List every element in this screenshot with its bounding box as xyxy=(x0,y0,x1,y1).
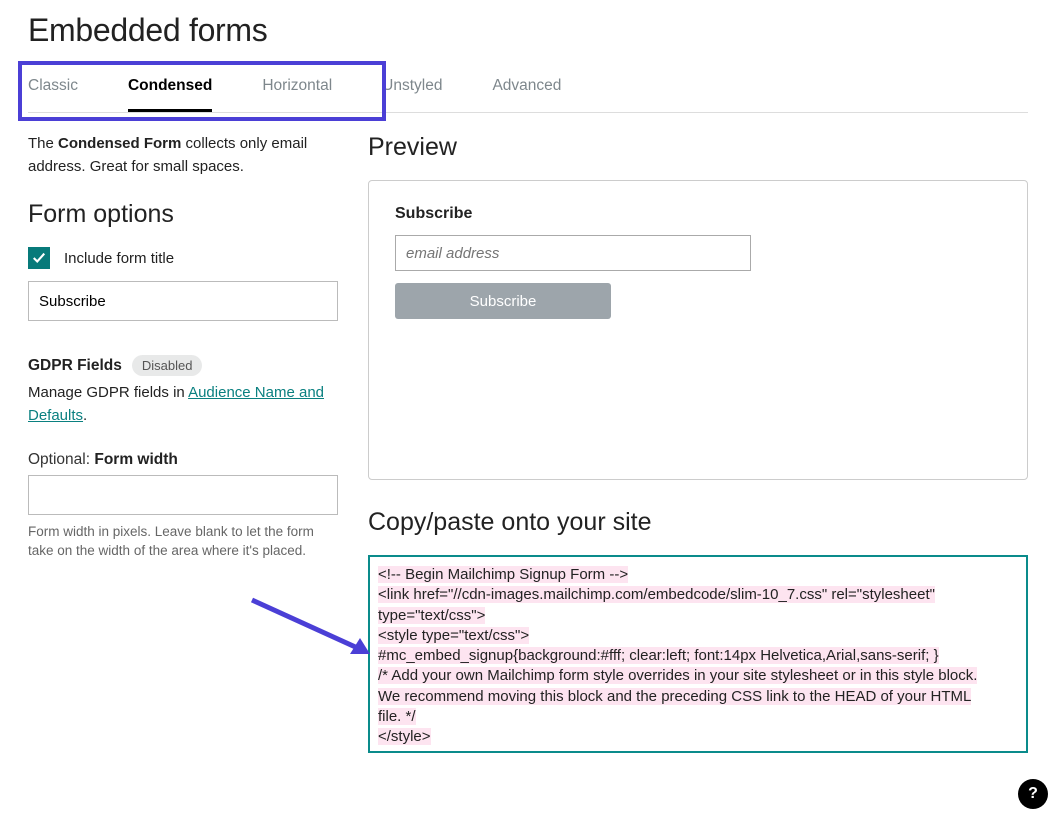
preview-subscribe-heading: Subscribe xyxy=(395,205,1001,223)
intro-prefix: The xyxy=(28,135,58,152)
gdpr-text-suffix: . xyxy=(83,407,87,424)
include-title-checkbox[interactable] xyxy=(28,247,50,269)
check-icon xyxy=(32,251,46,265)
preview-subscribe-button[interactable]: Subscribe xyxy=(395,283,611,319)
form-width-bold: Form width xyxy=(94,451,178,468)
tab-advanced[interactable]: Advanced xyxy=(492,77,561,112)
preview-panel: Subscribe Subscribe xyxy=(368,180,1028,480)
form-title-input[interactable] xyxy=(28,281,338,321)
tab-classic[interactable]: Classic xyxy=(28,77,78,112)
form-width-prefix: Optional: xyxy=(28,451,94,468)
tab-unstyled[interactable]: Unstyled xyxy=(382,77,442,112)
form-width-input[interactable] xyxy=(28,475,338,515)
form-width-label-row: Optional: Form width xyxy=(28,451,338,469)
gdpr-label: GDPR Fields xyxy=(28,357,122,375)
include-title-label: Include form title xyxy=(64,250,174,267)
tab-horizontal[interactable]: Horizontal xyxy=(262,77,332,112)
intro-text: The Condensed Form collects only email a… xyxy=(28,133,338,178)
help-button[interactable]: ? xyxy=(1018,779,1048,809)
preview-email-input[interactable] xyxy=(395,235,751,271)
form-options-heading: Form options xyxy=(28,200,338,229)
tab-condensed[interactable]: Condensed xyxy=(128,77,212,112)
preview-heading: Preview xyxy=(368,133,1028,162)
intro-bold: Condensed Form xyxy=(58,135,181,152)
form-width-helper: Form width in pixels. Leave blank to let… xyxy=(28,523,338,561)
embed-code-textarea[interactable] xyxy=(368,555,1028,753)
page-title: Embedded forms xyxy=(28,12,1028,49)
gdpr-status-badge: Disabled xyxy=(132,355,203,376)
gdpr-text-prefix: Manage GDPR fields in xyxy=(28,384,188,401)
code-heading: Copy/paste onto your site xyxy=(368,508,1028,537)
gdpr-text: Manage GDPR fields in Audience Name and … xyxy=(28,382,338,427)
tabs-row: Classic Condensed Horizontal Unstyled Ad… xyxy=(28,77,1028,113)
